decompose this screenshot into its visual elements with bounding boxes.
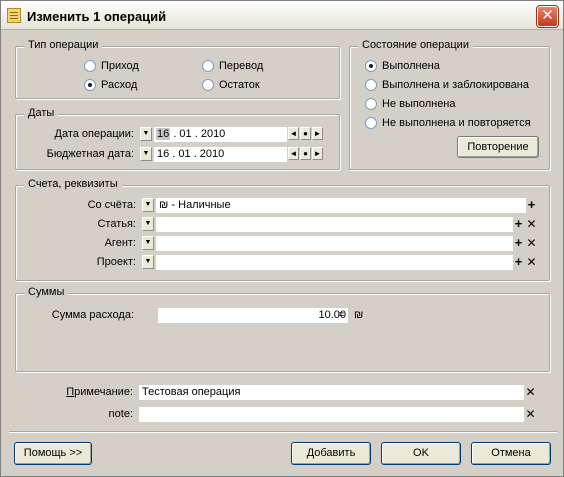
radio-status-locked-label: Выполнена и заблокирована [382, 79, 529, 91]
note2-clear-icon[interactable]: ✕ [525, 408, 536, 420]
project-add-icon[interactable]: + [513, 255, 524, 268]
radio-income-label: Приход [101, 60, 139, 72]
op-date-rest: . 01 . 2010 [173, 128, 226, 140]
op-date-today-icon[interactable]: ● [300, 127, 311, 140]
agent-add-icon[interactable]: + [513, 236, 524, 249]
from-account-label: Со счёта: [87, 199, 136, 211]
radio-status-locked[interactable] [365, 79, 377, 91]
from-account-add-icon[interactable]: + [526, 198, 537, 211]
agent-input[interactable] [156, 236, 513, 251]
radio-balance-label: Остаток [219, 79, 260, 91]
from-account-dropdown-icon[interactable]: ▼ [142, 198, 154, 212]
close-button[interactable]: ✕ [536, 5, 559, 28]
radio-status-not-done[interactable] [365, 98, 377, 110]
accounts-group: Счета, реквизиты Со счёта: ▼ ₪ - Наличны… [15, 178, 550, 281]
sum-currency-icon: ₪ [354, 309, 364, 321]
radio-status-done-label: Выполнена [382, 60, 440, 72]
dates-group-title: Даты [24, 107, 59, 119]
op-date-next-icon[interactable]: ► [312, 127, 323, 140]
project-clear-icon[interactable]: ✕ [526, 256, 537, 268]
expense-sum-label: Сумма расхода: [51, 309, 134, 321]
app-icon [7, 8, 21, 23]
radio-transfer-label: Перевод [219, 60, 264, 72]
note2-label: note: [108, 408, 133, 420]
expense-sum-input[interactable]: 10.00 [158, 308, 348, 323]
note-value: Тестовая операция [142, 386, 241, 398]
cancel-button[interactable]: Отмена [471, 442, 551, 465]
from-account-value: - Наличные [171, 199, 231, 211]
repeat-button[interactable]: Повторение [457, 136, 539, 158]
article-dropdown-icon[interactable]: ▼ [142, 217, 154, 231]
sums-group-title: Суммы [24, 286, 69, 298]
op-type-group-title: Тип операции [24, 39, 103, 51]
article-label: Статья: [97, 218, 136, 230]
op-date-dropdown-icon[interactable]: ▼ [140, 127, 152, 141]
note-label: Примечание: [66, 386, 133, 398]
budget-date-today-icon[interactable]: ● [300, 147, 311, 160]
budget-date-dropdown-icon[interactable]: ▼ [140, 147, 152, 161]
budget-date-prev-icon[interactable]: ◄ [288, 147, 299, 160]
radio-income[interactable] [84, 60, 96, 72]
radio-status-repeating[interactable] [365, 117, 377, 129]
title-bar: Изменить 1 операций ✕ [1, 1, 563, 30]
budget-date-input[interactable]: 16 . 01 . 2010 [154, 147, 287, 162]
radio-expense-label: Расход [101, 79, 138, 91]
dates-group: Даты Дата операции: ▼ 16 . 01 . 2010 ◄ ●… [15, 107, 340, 170]
agent-clear-icon[interactable]: ✕ [526, 237, 537, 249]
op-date-day: 16 [156, 128, 171, 140]
footer-separator [9, 431, 557, 433]
radio-status-repeating-label: Не выполнена и повторяется [382, 117, 531, 129]
article-clear-icon[interactable]: ✕ [526, 218, 537, 230]
article-add-icon[interactable]: + [513, 217, 524, 230]
agent-label: Агент: [104, 237, 136, 249]
op-date-label: Дата операции: [54, 128, 135, 140]
op-date-input[interactable]: 16 . 01 . 2010 [154, 127, 287, 142]
budget-date-value: 16 . 01 . 2010 [157, 148, 225, 160]
radio-status-not-done-label: Не выполнена [382, 98, 456, 110]
help-button[interactable]: Помощь >> [14, 442, 92, 465]
budget-date-label: Бюджетная дата: [46, 148, 134, 160]
equals-sign: = [338, 309, 345, 321]
op-date-prev-icon[interactable]: ◄ [288, 127, 299, 140]
project-input[interactable] [156, 255, 513, 270]
note2-input[interactable] [139, 407, 524, 422]
radio-expense[interactable] [84, 79, 96, 91]
status-group-title: Состояние операции [358, 39, 473, 51]
budget-date-next-icon[interactable]: ► [312, 147, 323, 160]
project-dropdown-icon[interactable]: ▼ [142, 255, 154, 269]
accounts-group-title: Счета, реквизиты [24, 178, 122, 190]
note-input[interactable]: Тестовая операция [139, 385, 524, 400]
window-title: Изменить 1 операций [27, 9, 167, 24]
from-account-currency-icon: ₪ [159, 199, 169, 211]
radio-status-done[interactable] [365, 60, 377, 72]
radio-transfer[interactable] [202, 60, 214, 72]
radio-balance[interactable] [202, 79, 214, 91]
project-label: Проект: [96, 256, 136, 268]
from-account-input[interactable]: ₪ - Наличные [156, 198, 526, 213]
agent-dropdown-icon[interactable]: ▼ [142, 236, 154, 250]
status-group: Состояние операции Выполнена Выполнена и… [349, 39, 550, 170]
note-clear-icon[interactable]: ✕ [525, 386, 536, 398]
article-input[interactable] [156, 217, 513, 232]
ok-button[interactable]: OK [381, 442, 461, 465]
sums-group: Суммы Сумма расхода: 10.00 = ₪ [15, 286, 550, 372]
edit-operation-dialog: Изменить 1 операций ✕ Тип операции Прихо… [0, 0, 564, 477]
op-type-group: Тип операции Приход Перевод Расход Остат… [15, 39, 340, 99]
add-button[interactable]: Добавить [291, 442, 371, 465]
